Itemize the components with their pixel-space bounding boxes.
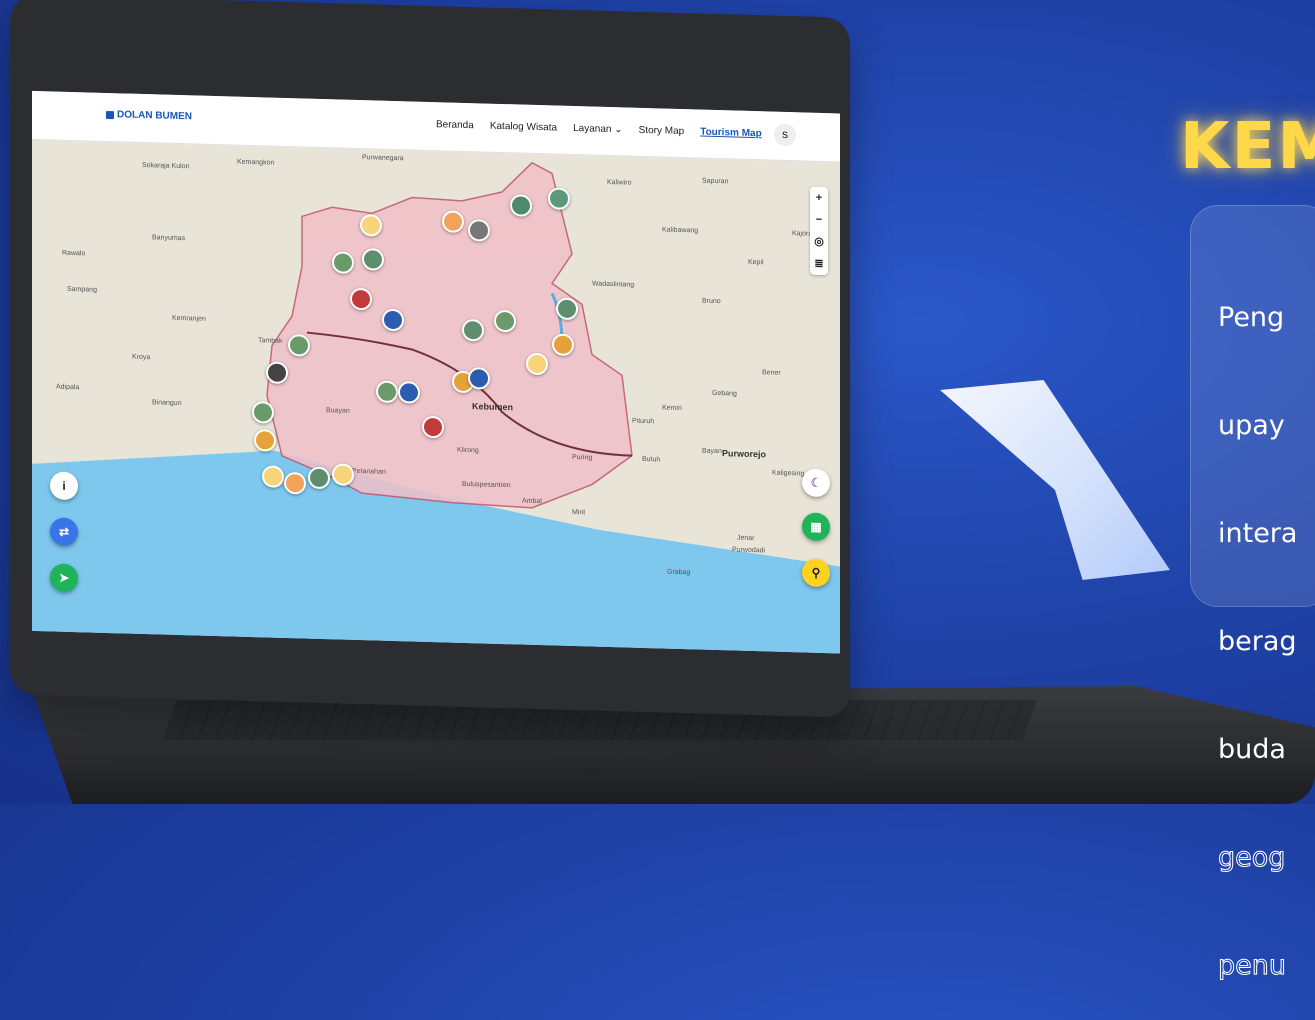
map-label: Kebumen	[472, 401, 514, 413]
map-label: Purwodadi	[732, 546, 766, 555]
map-view[interactable]: Sokaraja Kulon Kemangkon Purwanegara Ban…	[32, 139, 840, 654]
nav-tourism-map[interactable]: Tourism Map	[700, 127, 761, 140]
map-label: Purwanegara	[362, 154, 404, 163]
map-label: Kepil	[748, 258, 764, 267]
tourism-marker[interactable]	[362, 248, 384, 271]
map-label: Wadaslintang	[592, 280, 635, 289]
map-label: Kroya	[132, 353, 151, 362]
info-text: Peng upay intera berag buda geog penu	[1218, 228, 1315, 1020]
zoom-in-button[interactable]: +	[816, 187, 822, 209]
tourism-marker[interactable]	[252, 401, 274, 424]
tourism-marker[interactable]	[548, 187, 570, 210]
map-label: Pituruh	[632, 417, 655, 426]
tourism-marker[interactable]	[468, 219, 490, 242]
map-label: Gebang	[712, 389, 737, 398]
info-line: geog	[1218, 842, 1286, 874]
map-label: Bruno	[702, 297, 721, 306]
headline: KEM	[1180, 110, 1315, 184]
map-label: Buluspesantren	[462, 480, 511, 490]
map-label: Banyumas	[152, 234, 186, 243]
tourism-marker[interactable]	[382, 308, 404, 332]
tourism-marker[interactable]	[422, 415, 444, 439]
info-line: buda	[1218, 734, 1286, 765]
tourism-marker[interactable]	[510, 194, 532, 217]
map-label: Grabag	[667, 568, 691, 577]
map-label: Kaliwiro	[607, 178, 632, 187]
tourism-marker[interactable]	[332, 251, 354, 274]
map-label: Kemiri	[662, 404, 682, 413]
nav-beranda[interactable]: Beranda	[436, 119, 474, 131]
nav-katalog-wisata[interactable]: Katalog Wisata	[490, 121, 557, 134]
tourism-marker[interactable]	[284, 471, 306, 495]
info-line: intera	[1218, 518, 1298, 549]
map-label: Sampang	[67, 285, 97, 294]
tourism-marker[interactable]	[552, 333, 574, 357]
zoom-controls: + − ◎ ≣	[810, 186, 828, 276]
map-label: Butuh	[642, 455, 661, 464]
map-label: Jenar	[737, 534, 755, 543]
nav-layanan[interactable]: Layanan ⌄	[573, 123, 623, 135]
tourism-marker[interactable]	[332, 463, 354, 486]
locate-button[interactable]: ◎	[814, 231, 824, 253]
tourism-marker[interactable]	[462, 318, 484, 342]
tourism-marker[interactable]	[398, 381, 420, 404]
nav-extra-button[interactable]: S	[774, 123, 796, 147]
laptop-screen: DOLAN BUMEN Beranda Katalog Wisata Layan…	[32, 90, 840, 654]
layers-button[interactable]: ≣	[814, 253, 823, 275]
nav-story-map[interactable]: Story Map	[639, 125, 685, 137]
map-label: Binangun	[152, 399, 182, 408]
map-label: Petanahan	[352, 467, 386, 476]
map-label: Mirit	[572, 508, 586, 517]
map-label: Bayan	[702, 447, 722, 456]
map-label: Klirong	[457, 446, 479, 455]
tourism-marker[interactable]	[526, 352, 548, 376]
pin-button[interactable]: ⚲	[802, 558, 830, 588]
info-line: penu	[1218, 950, 1287, 982]
grid-button[interactable]: ▦	[802, 512, 830, 542]
nav-layanan-label: Layanan	[573, 122, 612, 136]
map-label: Buayan	[326, 407, 350, 415]
map-label: Kemranjen	[172, 314, 206, 323]
chevron-down-icon: ⌄	[614, 124, 623, 136]
tourism-marker[interactable]	[254, 429, 276, 452]
map-label: Puring	[572, 453, 593, 462]
tourism-marker[interactable]	[556, 297, 578, 321]
tourism-marker[interactable]	[468, 367, 490, 390]
map-label: Tambak	[258, 337, 283, 345]
map-label: Bener	[762, 369, 781, 377]
tourism-marker[interactable]	[376, 380, 398, 404]
logo[interactable]: DOLAN BUMEN	[106, 109, 192, 122]
tourism-marker[interactable]	[262, 465, 284, 488]
navigate-button[interactable]: ➤	[50, 563, 78, 593]
map-label: Rawalo	[62, 249, 86, 258]
tourism-marker[interactable]	[288, 334, 310, 357]
tourism-marker[interactable]	[308, 466, 330, 490]
tourism-marker[interactable]	[442, 210, 464, 233]
map-label: Adipala	[56, 383, 80, 392]
map-label: Ambal	[522, 497, 542, 506]
logo-text: DOLAN BUMEN	[117, 109, 192, 123]
tourism-marker[interactable]	[360, 214, 382, 237]
zoom-out-button[interactable]: −	[816, 209, 822, 231]
theme-toggle-button[interactable]: ☾	[802, 468, 830, 498]
map-label: Purworejo	[722, 448, 767, 460]
info-button[interactable]: i	[50, 471, 78, 501]
paper-decoration	[940, 380, 1170, 580]
logo-icon	[106, 110, 114, 119]
map-label: Kaligesing	[772, 469, 805, 478]
tourism-marker[interactable]	[266, 361, 288, 385]
swap-button[interactable]: ⇄	[50, 517, 78, 547]
info-line: berag	[1218, 626, 1297, 657]
map-label: Kemangkon	[237, 158, 275, 167]
tourism-marker[interactable]	[350, 287, 372, 311]
info-line: Peng	[1218, 302, 1285, 333]
map-label: Kalibawang	[662, 226, 699, 235]
tourism-marker[interactable]	[494, 309, 516, 333]
nav-links: Beranda Katalog Wisata Layanan ⌄ Story M…	[436, 119, 762, 139]
info-line: upay	[1218, 410, 1285, 441]
laptop-lid: DOLAN BUMEN Beranda Katalog Wisata Layan…	[10, 0, 850, 718]
map-label: Sapuran	[702, 177, 729, 186]
map-label: Sokaraja Kulon	[142, 161, 190, 171]
